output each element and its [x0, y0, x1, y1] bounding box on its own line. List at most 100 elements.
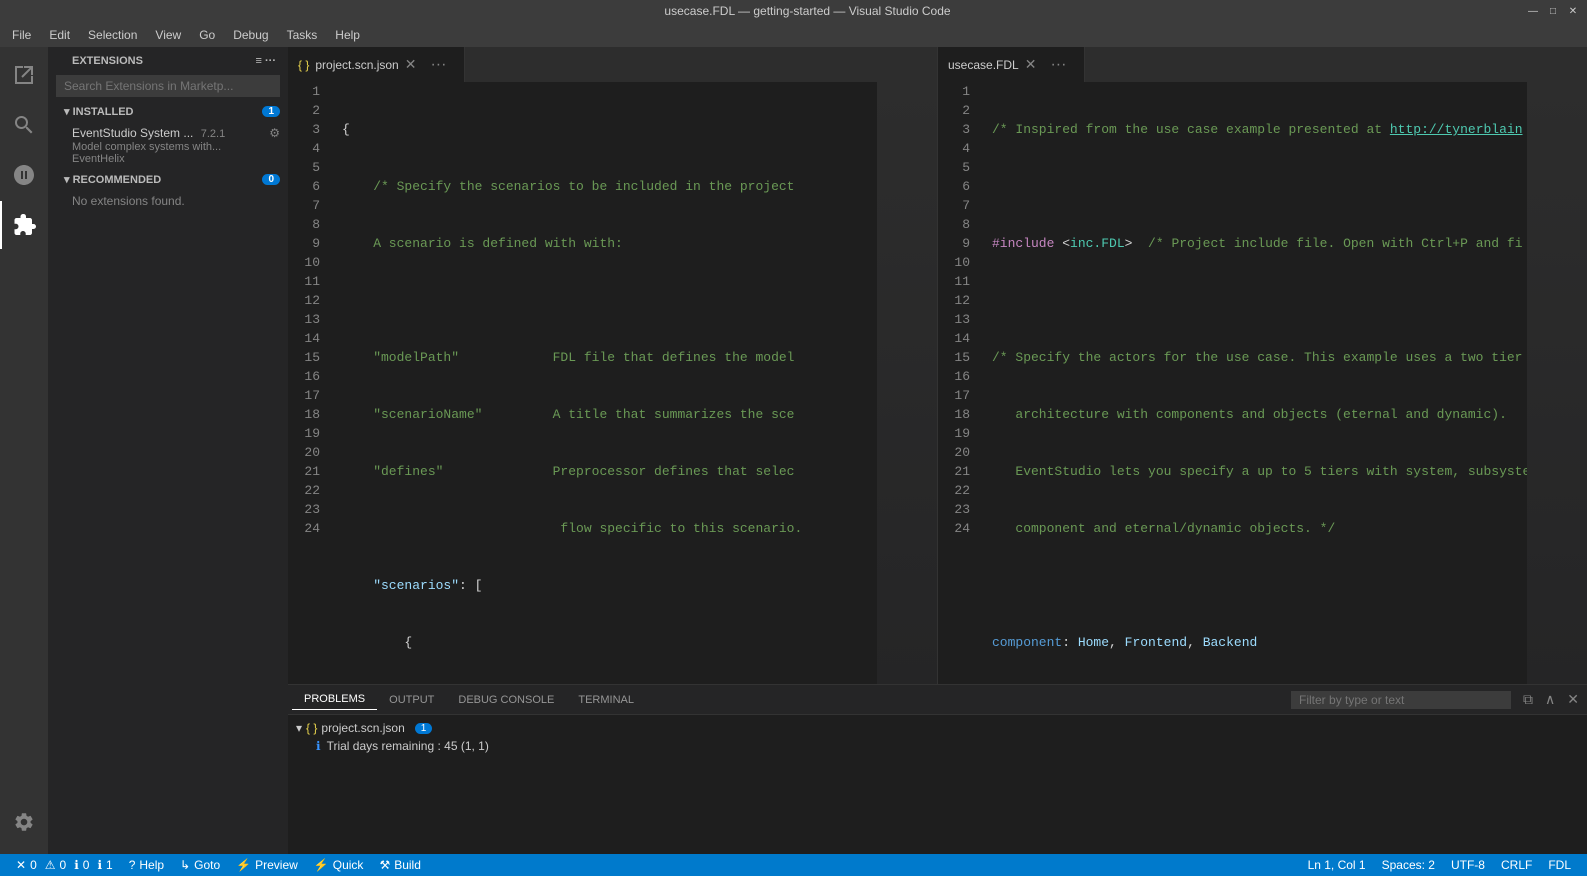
status-goto[interactable]: ↳ Goto	[172, 858, 228, 872]
left-tab-more[interactable]: ···	[422, 56, 454, 74]
status-build-label: Build	[394, 858, 421, 872]
no-extensions-text: No extensions found.	[48, 190, 288, 212]
panel-content: ▾ { } project.scn.json 1 ℹ Trial days re…	[288, 715, 1587, 854]
more-icon[interactable]: ···	[265, 55, 276, 67]
sidebar-header: Extensions ≡ ···	[48, 47, 288, 71]
panel-expand-icon[interactable]: ∧	[1541, 689, 1559, 710]
left-tab-close[interactable]: ✕	[405, 56, 417, 73]
left-editor-pane: { } project.scn.json ✕ ··· 12345 678910 …	[288, 47, 937, 684]
status-right: Ln 1, Col 1 Spaces: 2 UTF-8 CRLF FDL	[1300, 858, 1579, 872]
menu-view[interactable]: View	[147, 26, 189, 44]
left-tab-label: project.scn.json	[315, 58, 398, 72]
panel-copy-icon[interactable]: ⧉	[1519, 689, 1537, 710]
status-position[interactable]: Ln 1, Col 1	[1300, 858, 1374, 872]
sidebar-title: Extensions	[72, 55, 143, 67]
recommended-badge: 0	[262, 174, 280, 185]
right-code-content[interactable]: /* Inspired from the use case example pr…	[988, 82, 1527, 684]
status-goto-label: Goto	[194, 858, 220, 872]
status-language-text: FDL	[1548, 858, 1571, 872]
window-title: usecase.FDL — getting-started — Visual S…	[88, 4, 1527, 18]
help-icon: ?	[129, 858, 136, 872]
panel-tab-debug[interactable]: Debug Console	[446, 690, 566, 710]
maximize-button[interactable]: □	[1547, 5, 1559, 17]
status-line-ending-text: CRLF	[1501, 858, 1532, 872]
ext-eventstudio-publisher: EventHelix	[72, 153, 280, 165]
status-help[interactable]: ? Help	[121, 858, 172, 872]
right-tab-bar: usecase.FDL ✕ ···	[938, 47, 1587, 82]
ext-eventstudio-name: EventStudio System ... 7.2.1	[72, 126, 225, 140]
search-extensions-input[interactable]	[56, 75, 280, 97]
problem-section-icon: { }	[306, 721, 317, 735]
menu-go[interactable]: Go	[191, 26, 223, 44]
extension-eventstudio[interactable]: EventStudio System ... 7.2.1 ⚙ Model com…	[48, 122, 288, 169]
warning-icon: ⚠	[45, 858, 56, 872]
problem-section-count: 1	[415, 723, 433, 734]
menu-file[interactable]: File	[4, 26, 39, 44]
title-bar: usecase.FDL — getting-started — Visual S…	[0, 0, 1587, 22]
status-encoding-text: UTF-8	[1451, 858, 1485, 872]
minimize-button[interactable]: —	[1527, 5, 1539, 17]
right-tab-more[interactable]: ···	[1042, 56, 1074, 74]
status-language[interactable]: FDL	[1540, 858, 1579, 872]
problem-item-trial[interactable]: ℹ Trial days remaining : 45 (1, 1)	[296, 737, 1579, 755]
status-quick[interactable]: ⚡ Quick	[306, 858, 372, 872]
panel-close-icon[interactable]: ✕	[1563, 689, 1583, 710]
right-minimap	[1527, 82, 1587, 684]
right-tab-close[interactable]: ✕	[1025, 56, 1037, 73]
status-quick-label: Quick	[333, 858, 364, 872]
problem-item-text: Trial days remaining : 45 (1, 1)	[327, 739, 489, 753]
error-icon: ✕	[16, 858, 26, 872]
info-icon: ℹ	[316, 739, 321, 753]
activity-search[interactable]	[0, 101, 48, 149]
status-bar: ✕ 0 ⚠ 0 ℹ 0 ℹ 1 ? Help ↳ Goto ⚡ Preview …	[0, 854, 1587, 876]
status-spaces-text: Spaces: 2	[1382, 858, 1435, 872]
ext-settings-icon[interactable]: ⚙	[269, 126, 280, 140]
info2-status-icon: ℹ	[97, 858, 102, 872]
status-line-ending[interactable]: CRLF	[1493, 858, 1540, 872]
left-tab-icon: { }	[298, 58, 309, 72]
sidebar: Extensions ≡ ··· ▾ Installed 1 EventStud…	[48, 47, 288, 854]
status-preview-label: Preview	[255, 858, 298, 872]
panel-actions: ⧉ ∧ ✕	[1519, 689, 1583, 710]
left-tab-project[interactable]: { } project.scn.json ✕ ···	[288, 47, 465, 82]
activity-git[interactable]	[0, 151, 48, 199]
status-build[interactable]: ⚒ Build	[371, 858, 428, 872]
activity-explorer[interactable]	[0, 51, 48, 99]
status-encoding[interactable]: UTF-8	[1443, 858, 1493, 872]
menu-edit[interactable]: Edit	[41, 26, 78, 44]
goto-icon: ↳	[180, 858, 190, 872]
panel-filter-input[interactable]	[1291, 691, 1511, 709]
status-errors[interactable]: ✕ 0 ⚠ 0 ℹ 0 ℹ 1	[8, 858, 121, 872]
right-tab-usecase[interactable]: usecase.FDL ✕ ···	[938, 47, 1085, 82]
right-line-numbers: 12345 678910 1112131415 1617181920 21222…	[938, 82, 988, 684]
close-button[interactable]: ✕	[1567, 5, 1579, 17]
problem-section-name: project.scn.json	[321, 721, 404, 735]
status-position-text: Ln 1, Col 1	[1308, 858, 1366, 872]
installed-badge: 1	[262, 106, 280, 117]
status-info2-count: 1	[106, 858, 113, 872]
activity-settings[interactable]	[0, 798, 48, 846]
status-spaces[interactable]: Spaces: 2	[1374, 858, 1443, 872]
menu-tasks[interactable]: Tasks	[279, 26, 326, 44]
panel-tab-terminal[interactable]: Terminal	[566, 690, 646, 710]
panel-tab-problems[interactable]: Problems	[292, 689, 377, 710]
activity-extensions[interactable]	[0, 201, 48, 249]
left-line-numbers: 12345 678910 1112131415 1617181920 21222…	[288, 82, 338, 684]
left-code-content[interactable]: { /* Specify the scenarios to be include…	[338, 82, 877, 684]
activity-bar-bottom	[0, 798, 48, 846]
activity-debug[interactable]	[0, 500, 48, 548]
recommended-section-header[interactable]: ▾ Recommended 0	[48, 169, 288, 190]
preview-icon: ⚡	[236, 858, 251, 872]
problem-section-project[interactable]: ▾ { } project.scn.json 1	[296, 719, 1579, 737]
status-info-count: 0	[83, 858, 90, 872]
menu-selection[interactable]: Selection	[80, 26, 145, 44]
panel-tab-output[interactable]: Output	[377, 690, 446, 710]
menu-debug[interactable]: Debug	[225, 26, 276, 44]
installed-section-header[interactable]: ▾ Installed 1	[48, 101, 288, 122]
right-code-editor: 12345 678910 1112131415 1617181920 21222…	[938, 82, 1587, 684]
filter-icon[interactable]: ≡	[256, 55, 262, 67]
status-preview[interactable]: ⚡ Preview	[228, 858, 306, 872]
editor-area: { } project.scn.json ✕ ··· 12345 678910 …	[288, 47, 1587, 854]
menu-help[interactable]: Help	[327, 26, 368, 44]
build-icon: ⚒	[379, 858, 390, 872]
